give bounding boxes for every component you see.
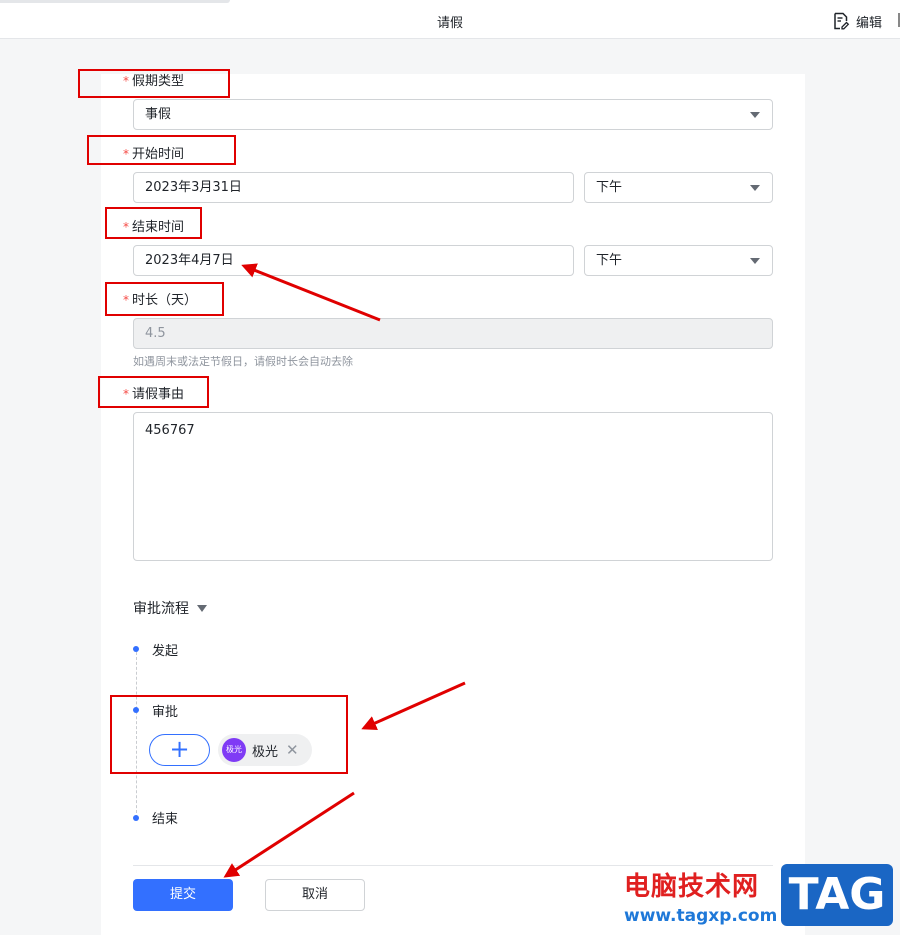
leave-type-value: 事假 <box>145 107 172 122</box>
step-end: 结束 <box>152 812 179 827</box>
submit-button[interactable]: 提交 <box>133 879 233 911</box>
cancel-button[interactable]: 取消 <box>265 879 365 911</box>
start-period-value: 下午 <box>596 180 623 195</box>
reason-textarea[interactable]: 456767 <box>133 412 773 561</box>
watermark-site-name: 电脑技术网 <box>624 872 760 902</box>
start-date-field[interactable]: 2023年3月31日 <box>133 172 574 203</box>
step-initiate: 发起 <box>152 644 179 659</box>
watermark-url: www.tagxp.com <box>624 906 778 926</box>
annotation-box-reason <box>98 376 209 408</box>
end-period-value: 下午 <box>596 253 623 268</box>
chevron-down-icon <box>750 185 760 191</box>
approval-flow-title: 审批流程 <box>133 601 189 617</box>
duration-hint: 如遇周末或法定节假日，请假时长会自动去除 <box>133 355 353 368</box>
end-period-select[interactable]: 下午 <box>584 245 773 276</box>
top-bar: 请假 编辑 <box>0 0 900 39</box>
timeline-dot <box>133 646 139 652</box>
annotation-box-start-time <box>87 135 236 165</box>
page-title: 请假 <box>436 16 463 31</box>
annotation-box-duration <box>105 282 224 316</box>
edit-button[interactable]: 编辑 <box>832 11 882 31</box>
start-period-select[interactable]: 下午 <box>584 172 773 203</box>
chevron-down-icon <box>750 258 760 264</box>
edit-document-icon <box>834 12 850 30</box>
chevron-down-icon <box>750 112 760 118</box>
annotation-box-approver <box>110 695 348 774</box>
leave-type-select[interactable]: 事假 <box>133 99 773 130</box>
annotation-box-end-time <box>105 207 202 239</box>
tab-edge <box>0 0 230 3</box>
edit-label: 编辑 <box>855 15 882 31</box>
timeline-dot <box>133 815 139 821</box>
watermark-tag-logo: TAG <box>781 864 893 926</box>
caret-down-icon <box>197 604 207 612</box>
approval-flow-toggle[interactable]: 审批流程 <box>133 598 207 618</box>
end-date-field[interactable]: 2023年4月7日 <box>133 245 574 276</box>
annotation-box-leave-type <box>78 69 230 98</box>
duration-field: 4.5 <box>133 318 773 349</box>
